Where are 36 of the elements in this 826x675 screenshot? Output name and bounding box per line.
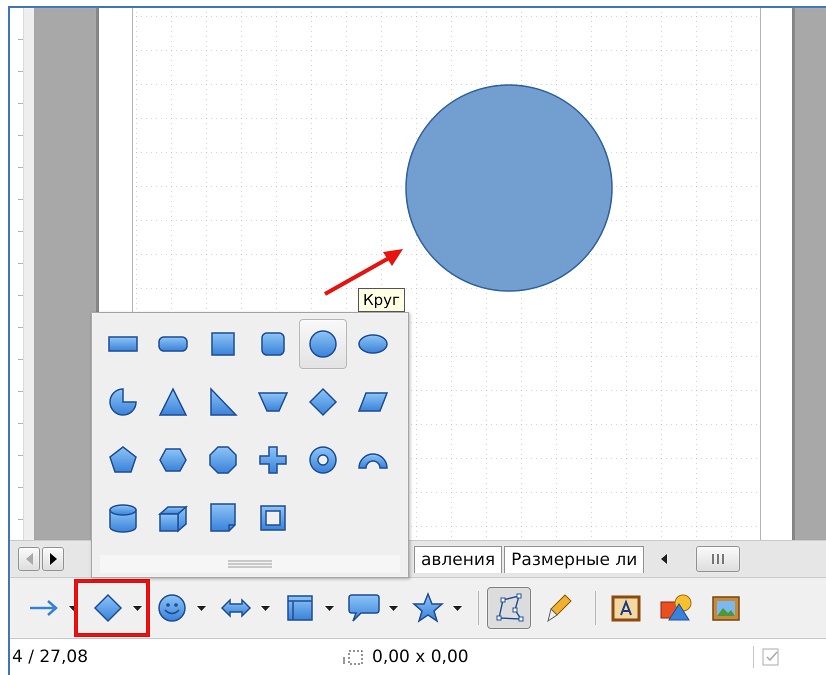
octagon-icon [207,444,239,476]
arrow-icon [28,599,60,617]
pie-icon [107,386,139,418]
callout-icon [347,592,381,624]
caret-icon [324,606,334,610]
caret-icon [452,606,462,610]
right-arrow-icon [47,551,59,567]
shape-option[interactable] [299,319,347,369]
sheet-tab[interactable]: авления [414,546,502,572]
circle-icon [307,328,339,360]
ring-icon [307,444,339,476]
size-readout: 0,00 x 0,00 [372,647,469,667]
smiley-icon [156,592,188,624]
fontwork-icon [611,593,641,623]
pentagon-icon [107,444,139,476]
flowchart-icon [285,593,315,623]
caret-icon [132,606,142,610]
triangle-icon [157,386,189,418]
points-tool-button[interactable] [487,587,531,629]
pencil-icon [545,592,573,624]
sheet-tab[interactable]: Размерные ли [504,546,644,572]
position-readout: 4 / 27,08 [12,647,90,667]
diamond-icon [92,592,124,624]
cylinder-icon [107,502,139,534]
nav-button[interactable] [42,547,64,571]
caret-icon [260,606,270,610]
caret-icon [196,606,206,610]
tooltip: Круг [358,288,405,312]
star-icon [412,592,444,624]
caret-icon [388,606,398,610]
scroll-left-icon [660,553,668,565]
scrollbar-thumb[interactable] [696,546,740,572]
drag-handle[interactable] [100,555,400,573]
double-arrow-icon [220,597,252,619]
diamond-icon [307,386,339,418]
cross-icon [257,444,289,476]
